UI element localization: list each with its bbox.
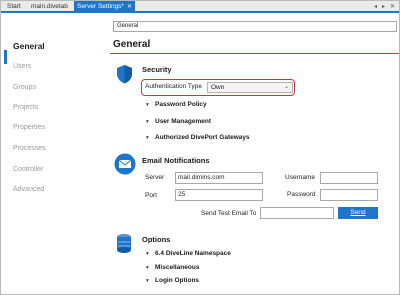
tab-label: main.divetab xyxy=(31,3,68,10)
active-indicator xyxy=(4,50,7,64)
auth-type-label: Authentication Type xyxy=(145,83,202,90)
expander-diveline-namespace[interactable]: ▾ 6.4 DiveLine Namespace xyxy=(146,250,231,257)
test-email-input[interactable] xyxy=(260,207,334,219)
section-title-options: Options xyxy=(142,235,171,244)
chevron-down-icon: ▾ xyxy=(146,135,149,141)
expander-login-options[interactable]: ▾ Login Options xyxy=(146,277,199,284)
send-button[interactable]: Send xyxy=(338,207,378,219)
server-icon xyxy=(117,234,131,253)
sidebar-item-processes[interactable]: Processes xyxy=(13,145,46,152)
expander-user-management[interactable]: ▾ User Management xyxy=(146,118,211,125)
page-title: General xyxy=(113,39,151,50)
section-title-email: Email Notifications xyxy=(142,156,210,165)
scroll-left-icon[interactable]: ◂ xyxy=(374,4,377,10)
tab-main-divetab[interactable]: main.divetab xyxy=(28,1,71,13)
sidebar-item-controller[interactable]: Controller xyxy=(13,166,43,173)
expander-label: Login Options xyxy=(155,277,200,284)
expander-password-policy[interactable]: ▾ Password Policy xyxy=(146,101,207,108)
chevron-down-icon: ▾ xyxy=(146,278,149,284)
sidebar-item-general[interactable]: General xyxy=(13,41,45,51)
chevron-down-icon: ▾ xyxy=(146,265,149,271)
tab-strip: Start main.divetab Server Settings* ✕ ◂ ▸ ✕ xyxy=(1,1,399,13)
sidebar: General Users Groups Projects Properties… xyxy=(1,15,101,294)
username-input[interactable] xyxy=(320,172,378,184)
password-label: Password xyxy=(287,191,316,198)
sidebar-item-properties[interactable]: Properties xyxy=(13,124,45,131)
expander-label: 6.4 DiveLine Namespace xyxy=(155,250,231,257)
tab-server-settings[interactable]: Server Settings* ✕ xyxy=(74,1,135,13)
password-input[interactable] xyxy=(320,189,378,201)
sidebar-item-users[interactable]: Users xyxy=(13,63,31,70)
port-label: Port xyxy=(145,192,157,199)
title-divider xyxy=(110,53,399,54)
server-label: Server xyxy=(145,174,165,181)
chevron-down-icon: ▾ xyxy=(146,119,149,125)
expander-label: Miscellaneous xyxy=(155,264,200,271)
scroll-right-icon[interactable]: ▸ xyxy=(382,4,385,10)
strip-controls: ◂ ▸ ✕ xyxy=(369,1,395,13)
close-icon[interactable]: ✕ xyxy=(127,4,132,10)
breadcrumb-search-input[interactable]: General xyxy=(113,21,397,32)
chevron-down-icon: ▾ xyxy=(146,102,149,108)
sidebar-item-groups[interactable]: Groups xyxy=(13,84,36,91)
close-icon[interactable]: ✕ xyxy=(390,4,395,10)
expander-label: Authorized DivePort Gateways xyxy=(155,134,250,141)
auth-type-select[interactable]: Own ⌄ xyxy=(207,82,293,93)
sidebar-item-advanced[interactable]: Advanced xyxy=(13,186,44,193)
tab-label: Start xyxy=(7,3,21,10)
chevron-down-icon: ▾ xyxy=(146,251,149,257)
section-title-security: Security xyxy=(142,65,172,74)
email-icon xyxy=(114,153,136,175)
sidebar-item-projects[interactable]: Projects xyxy=(13,104,38,111)
auth-type-value: Own xyxy=(211,84,225,91)
settings-window: Start main.divetab Server Settings* ✕ ◂ ▸ ✕… xyxy=(0,0,400,295)
tab-label: Server Settings* xyxy=(77,3,124,10)
expander-authorized-gateways[interactable]: ▾ Authorized DivePort Gateways xyxy=(146,134,250,141)
server-input[interactable]: mail.dimins.com xyxy=(175,172,263,184)
username-label: Username xyxy=(285,174,315,181)
expander-label: User Management xyxy=(155,118,211,125)
test-email-label: Send Test Email To xyxy=(201,210,257,217)
tab-start[interactable]: Start xyxy=(4,1,24,13)
chevron-down-icon: ⌄ xyxy=(283,84,289,90)
shield-icon xyxy=(117,65,132,84)
expander-label: Password Policy xyxy=(155,101,207,108)
port-input[interactable]: 25 xyxy=(175,189,263,201)
expander-miscellaneous[interactable]: ▾ Miscellaneous xyxy=(146,264,199,271)
